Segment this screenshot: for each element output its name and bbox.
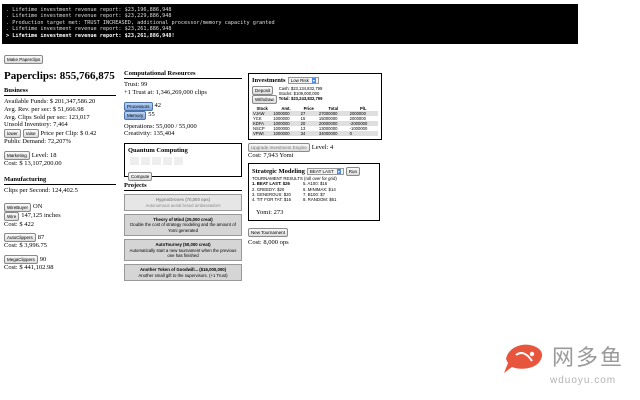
make-paperclips-button[interactable]: Make Paperclips: [4, 55, 44, 64]
upgrade-investment-engine-button[interactable]: Upgrade Investment Engine: [248, 143, 310, 152]
project-card[interactable]: HypnoDrones (70,000 ops) Autonomous aeri…: [124, 194, 242, 211]
megaclippers-count: 90: [39, 255, 47, 263]
watermark-text: 网多鱼: [551, 346, 624, 371]
wire-inches: 147,125 inches: [21, 212, 61, 220]
left-column: Make Paperclips Paperclips: 855,766,875 …: [4, 48, 116, 272]
buy-wire-button[interactable]: Wire: [4, 211, 20, 221]
memory-button[interactable]: Memory: [124, 110, 147, 120]
table-cell: 34: [299, 131, 318, 136]
avg-clips-sold: Avg. Clips Sold per sec: 123,017: [4, 113, 90, 121]
tournament-result: 4. TIT FOR TAT: $16: [252, 197, 292, 203]
creativity: Creativity: 135,404: [124, 130, 175, 138]
divider: [4, 95, 116, 96]
table-cell: 1000000: [272, 131, 300, 136]
tournament-result: 1. BEAT LAST: $26: [252, 181, 290, 187]
watermark-url: wduoyu.com: [549, 375, 617, 386]
business-heading: Business: [4, 87, 28, 94]
memory-value: 55: [148, 111, 155, 119]
console-log: . Lifetime investment revenue report: $2…: [2, 4, 578, 44]
project-description: Double the cost of strategy modeling and…: [130, 222, 236, 233]
risk-select[interactable]: Low Risk ▾: [287, 77, 319, 84]
divider: [4, 183, 116, 185]
new-tournament-button[interactable]: New Tournament: [248, 227, 288, 237]
projects-heading: Projects: [124, 182, 147, 190]
middle-column: Computational Resources Trust: 99 +1 Tru…: [124, 70, 242, 282]
quantum-computing-panel: Quantum Computing Compute: [124, 143, 242, 181]
tournament-results: 1. BEAT LAST: $26 2. GREEDY: $20 3. GENE…: [252, 181, 376, 203]
tournament-result: 8. RANDOM: $61: [303, 197, 337, 203]
computational-resources-heading: Computational Resources: [124, 70, 196, 77]
fish-logo-icon: [503, 344, 543, 373]
autoclippers-button[interactable]: AutoClippers: [4, 233, 36, 243]
megaclippers-cost: Cost: $ 441,102.98: [4, 264, 54, 272]
wirebuyer-state: ON: [33, 203, 43, 211]
project-description: Another small gift to the supervisors. (…: [138, 272, 228, 278]
investments-heading: Investments: [252, 77, 286, 84]
quantum-chip: [141, 156, 150, 165]
investment-engine-level: Level: 4: [311, 143, 334, 151]
table-row: VPWI 1000000 34 34000000 0: [252, 131, 378, 136]
withdraw-button[interactable]: Withdraw: [252, 95, 277, 104]
divider: [124, 190, 242, 192]
unsold-inventory: Unsold Inventory: 7,464: [4, 121, 68, 129]
megaclippers-button[interactable]: MegaClippers: [4, 255, 38, 265]
wire-cost: Cost: $ 422: [4, 220, 34, 228]
autoclippers-cost: Cost: $ 3,996.75: [4, 242, 47, 250]
new-tournament-cost: Cost: 8,000 ops: [248, 238, 289, 246]
project-card[interactable]: AutoTourney (50,000 creat) Automatically…: [124, 239, 242, 262]
marketing-button[interactable]: Marketing: [4, 150, 30, 160]
trust: Trust: 99: [124, 81, 148, 88]
strategic-modeling-heading: Strategic Modeling: [252, 167, 305, 175]
investment-total: Total: $23,243,832,799: [278, 96, 323, 101]
divider: [124, 78, 242, 79]
table-cell: 0: [348, 131, 378, 136]
right-column: Investments Low Risk ▾ Deposit Withdraw C…: [248, 73, 382, 246]
autoclippers-count: 87: [37, 233, 45, 241]
investment-engine-cost: Cost: 7,943 Yomi: [248, 152, 294, 159]
chevron-down-icon: ▾: [311, 78, 316, 83]
quantum-chip: [130, 156, 139, 165]
quantum-chip: [152, 156, 161, 165]
project-description: Autonomous aerial brand ambassadors: [145, 202, 221, 208]
investments-panel: Investments Low Risk ▾ Deposit Withdraw C…: [248, 73, 382, 140]
strategy-select-value: BEAT LAST: [309, 168, 334, 174]
project-description: Automatically start a new tournament whe…: [129, 247, 237, 259]
raise-price-button[interactable]: raise: [22, 129, 39, 139]
price-per-clip: Price per Clip: $ 0.42: [40, 129, 97, 137]
table-cell: 34000000: [317, 131, 349, 136]
strategy-select[interactable]: BEAT LAST ▾: [306, 167, 344, 175]
avg-revenue: Avg. Rev. per sec: $ 51,666.98: [4, 105, 84, 113]
marketing-cost: Cost: $ 13,107,200.00: [4, 159, 62, 167]
paperclip-count: Paperclips: 855,766,875: [4, 70, 115, 82]
risk-select-value: Low Risk: [290, 78, 309, 83]
watermark: 网多鱼 wduoyu.com: [502, 337, 624, 386]
strategic-modeling-panel: Strategic Modeling BEAT LAST ▾ Run TOURNA…: [248, 162, 380, 221]
next-trust: +1 Trust at: 1,346,269,000 clips: [124, 88, 207, 96]
clips-per-second: Clips per Second: 124,402.5: [4, 186, 78, 194]
yomi: Yomi: 273: [256, 208, 284, 216]
processors-value: 42: [154, 102, 162, 110]
quantum-chips: [130, 156, 183, 165]
chevron-down-icon: ▾: [336, 168, 341, 174]
lower-price-button[interactable]: lower: [4, 129, 21, 139]
run-button[interactable]: Run: [345, 166, 361, 176]
console-line-latest: > Lifetime investment revenue report: $2…: [6, 32, 175, 39]
wirebuyer-button[interactable]: WireBuyer: [4, 202, 32, 212]
available-funds: Available Funds: $ 201,347,586.20: [4, 98, 96, 105]
stocks-table: Stock Amt. Price Total P/L VJAW 1000000 …: [252, 106, 378, 136]
table-cell: VPWI: [252, 131, 273, 136]
marketing-level: Level: 18: [31, 151, 57, 159]
deposit-button[interactable]: Deposit: [252, 86, 274, 95]
quantum-chip: [174, 156, 183, 165]
project-card[interactable]: Another Token of Goodwill... ($16,000,00…: [124, 264, 242, 282]
project-card[interactable]: Theory of Mind (25,000 creat) Double the…: [124, 214, 242, 237]
processors-button[interactable]: Processors: [124, 101, 153, 111]
public-demand: Public Demand: 72,207%: [4, 138, 71, 146]
quantum-heading: Quantum Computing: [128, 147, 188, 155]
manufacturing-heading: Manufacturing: [4, 175, 47, 183]
compute-button[interactable]: Compute: [128, 171, 153, 181]
operations: Operations: 55,000 / 55,000: [124, 122, 197, 130]
quantum-chip: [163, 156, 172, 165]
